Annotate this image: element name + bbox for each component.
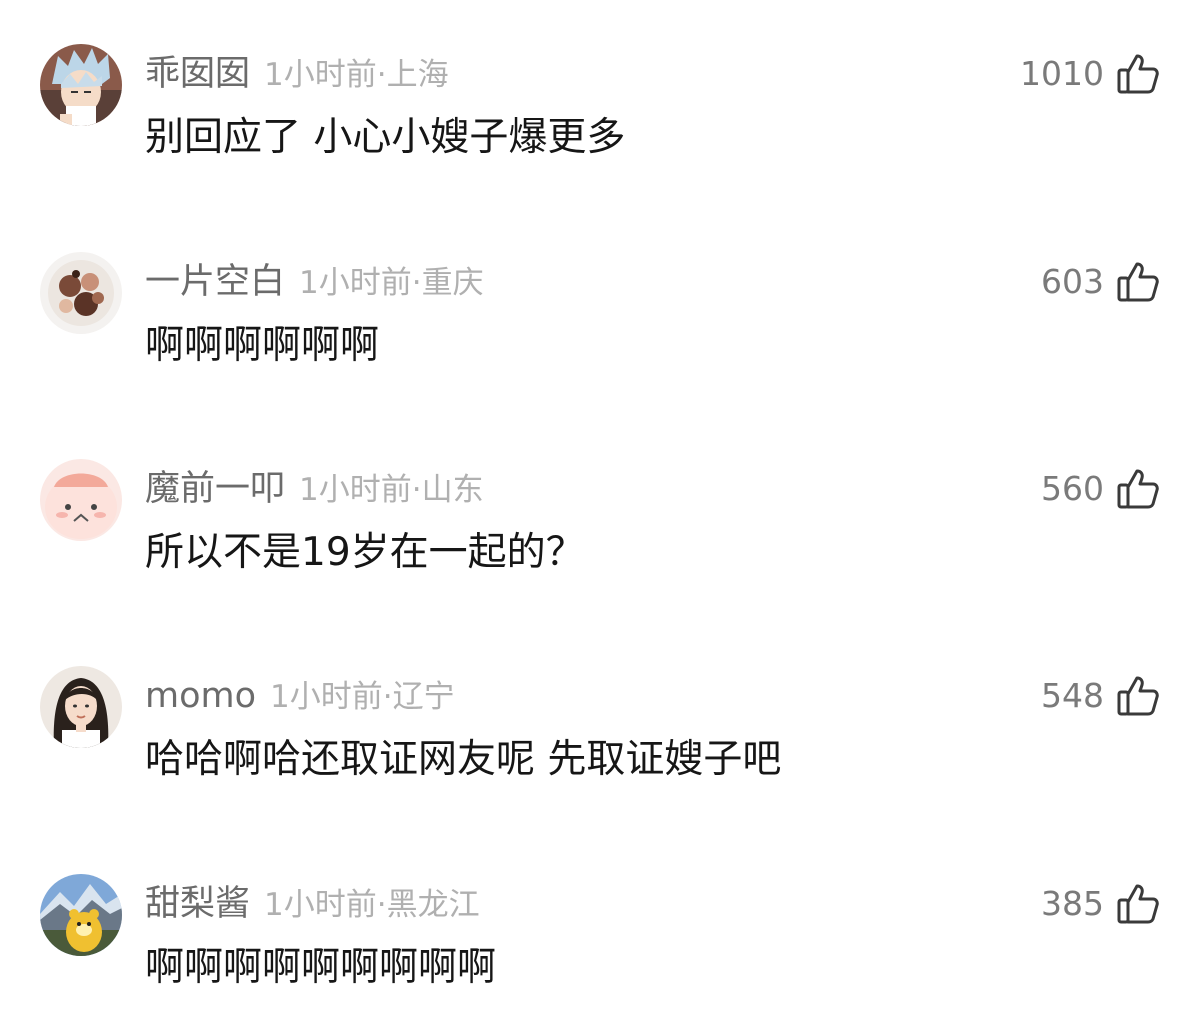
comment-text: 所以不是19岁在一起的？ bbox=[145, 530, 585, 575]
time-location: 1小时前·上海 bbox=[264, 57, 449, 93]
user-avatar[interactable] bbox=[40, 666, 122, 748]
thumbs-up-icon[interactable] bbox=[1116, 467, 1160, 511]
like-count: 548 bbox=[1041, 676, 1104, 715]
comment-time: 1小时前 bbox=[299, 472, 412, 508]
comment-location: 上海 bbox=[386, 57, 449, 93]
like-count: 385 bbox=[1041, 884, 1104, 923]
comment-item: momo 1小时前·辽宁 哈哈啊哈还取证网友呢 先取证嫂子吧 548 bbox=[0, 666, 1200, 816]
thumbs-up-icon[interactable] bbox=[1116, 260, 1160, 304]
like-button[interactable]: 548 bbox=[1041, 668, 1160, 724]
time-location: 1小时前·山东 bbox=[299, 472, 484, 508]
thumbs-up-icon[interactable] bbox=[1116, 882, 1160, 926]
comment-text: 哈哈啊哈还取证网友呢 先取证嫂子吧 bbox=[145, 737, 782, 782]
comment-item: 甜梨酱 1小时前·黑龙江 啊啊啊啊啊啊啊啊啊 385 bbox=[0, 874, 1200, 1024]
comment-location: 重庆 bbox=[421, 265, 484, 301]
user-avatar[interactable] bbox=[40, 459, 122, 541]
time-location: 1小时前·重庆 bbox=[299, 265, 484, 301]
comment-time: 1小时前 bbox=[264, 887, 377, 923]
user-avatar[interactable] bbox=[40, 874, 122, 956]
comment-item: 一片空白 1小时前·重庆 啊啊啊啊啊啊 603 bbox=[0, 252, 1200, 402]
separator: · bbox=[376, 57, 387, 93]
comment-text: 啊啊啊啊啊啊 bbox=[145, 323, 380, 368]
comment-meta: 乖囡囡 1小时前·上海 bbox=[145, 46, 449, 102]
comment-meta: 甜梨酱 1小时前·黑龙江 bbox=[145, 876, 480, 932]
comment-time: 1小时前 bbox=[270, 679, 383, 715]
comment-location: 山东 bbox=[421, 472, 484, 508]
comment-location: 黑龙江 bbox=[386, 887, 480, 923]
username[interactable]: momo bbox=[145, 676, 256, 716]
comment-time: 1小时前 bbox=[299, 265, 412, 301]
comment-text: 别回应了 小心小嫂子爆更多 bbox=[145, 115, 626, 160]
comment-meta: momo 1小时前·辽宁 bbox=[145, 668, 455, 724]
username[interactable]: 魔前一叩 bbox=[145, 469, 285, 509]
user-avatar[interactable] bbox=[40, 44, 122, 126]
separator: · bbox=[411, 472, 422, 508]
comment-meta: 魔前一叩 1小时前·山东 bbox=[145, 461, 484, 517]
time-location: 1小时前·黑龙江 bbox=[264, 887, 480, 923]
username[interactable]: 乖囡囡 bbox=[145, 54, 250, 94]
like-button[interactable]: 1010 bbox=[1020, 46, 1160, 102]
comment-location: 辽宁 bbox=[392, 679, 455, 715]
comment-meta: 一片空白 1小时前·重庆 bbox=[145, 254, 484, 310]
time-location: 1小时前·辽宁 bbox=[270, 679, 455, 715]
comment-item: 魔前一叩 1小时前·山东 所以不是19岁在一起的？ 560 bbox=[0, 459, 1200, 609]
comment-text: 啊啊啊啊啊啊啊啊啊 bbox=[145, 945, 497, 990]
comment-time: 1小时前 bbox=[264, 57, 377, 93]
like-count: 560 bbox=[1041, 469, 1104, 508]
separator: · bbox=[376, 887, 387, 923]
thumbs-up-icon[interactable] bbox=[1116, 52, 1160, 96]
separator: · bbox=[411, 265, 422, 301]
separator: · bbox=[382, 679, 393, 715]
like-button[interactable]: 560 bbox=[1041, 461, 1160, 517]
user-avatar[interactable] bbox=[40, 252, 122, 334]
comment-item: 乖囡囡 1小时前·上海 别回应了 小心小嫂子爆更多 1010 bbox=[0, 44, 1200, 194]
like-count: 603 bbox=[1041, 262, 1104, 301]
username[interactable]: 一片空白 bbox=[145, 262, 285, 302]
like-button[interactable]: 385 bbox=[1041, 876, 1160, 932]
thumbs-up-icon[interactable] bbox=[1116, 674, 1160, 718]
username[interactable]: 甜梨酱 bbox=[145, 884, 250, 924]
like-count: 1010 bbox=[1020, 54, 1104, 93]
like-button[interactable]: 603 bbox=[1041, 254, 1160, 310]
